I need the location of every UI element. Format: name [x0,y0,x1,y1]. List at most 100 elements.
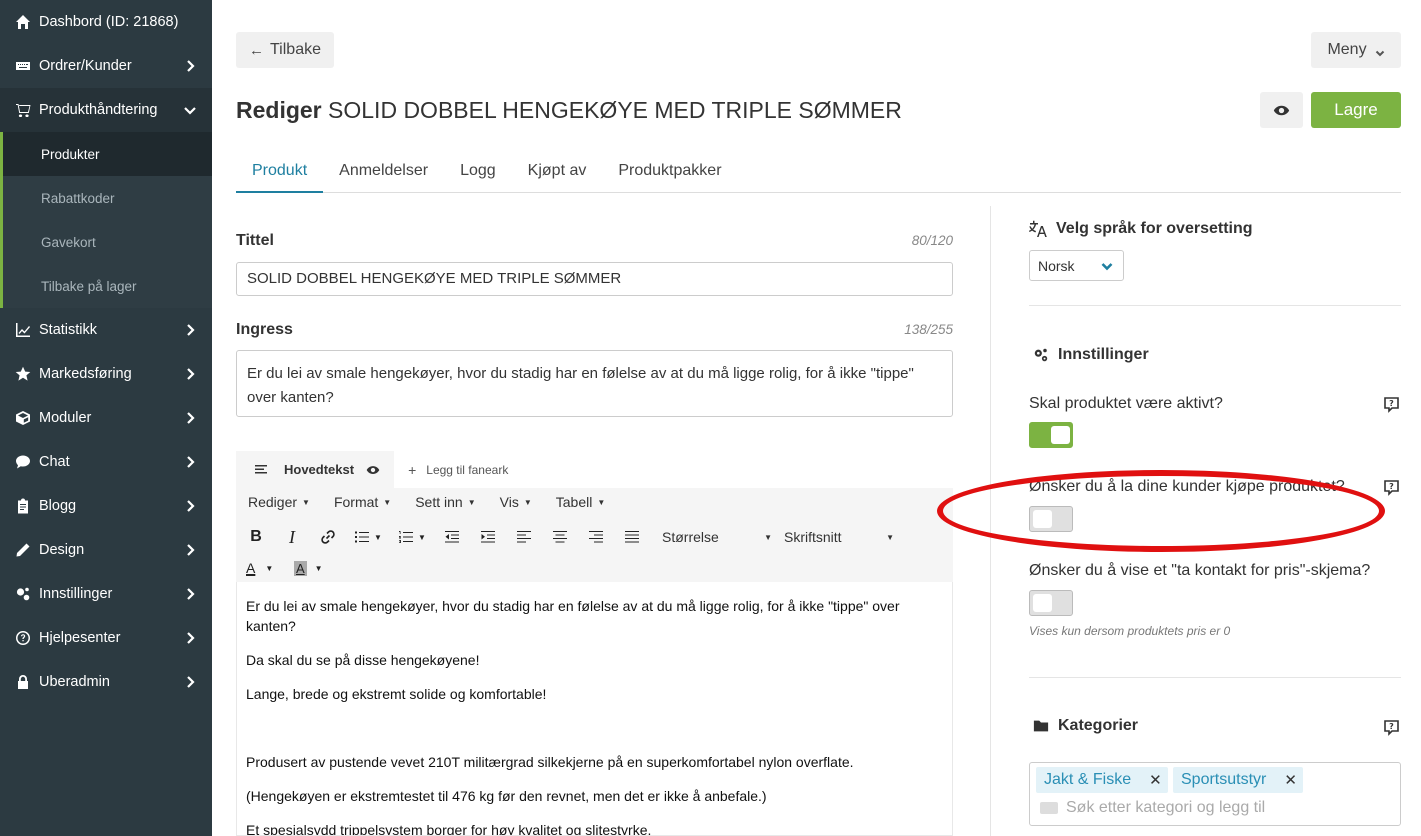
tab-log[interactable]: Logg [444,152,512,193]
sidebar-item-marketing[interactable]: Markedsføring [0,352,212,396]
settings-title: Innstillinger [1033,346,1405,364]
caret-down-icon: ▼ [383,497,392,507]
language-select[interactable]: Norsk [1029,250,1124,281]
submenu-item-products[interactable]: Produkter [3,132,212,176]
help-icon[interactable]: ? [1383,396,1400,413]
translation-section: Velg språk for oversetting [1029,220,1401,238]
sidebar-item-design[interactable]: Design [0,528,212,572]
sidebar-item-products[interactable]: Produkthåndtering [0,88,212,132]
caret-down-icon: ▼ [764,532,772,542]
tab-reviews[interactable]: Anmeldelser [323,152,444,193]
chevron-right-icon [184,588,196,600]
submenu-item-back-in-stock[interactable]: Tilbake på lager [3,264,212,308]
menu-view[interactable]: Vis ▼ [488,494,544,510]
preview-button[interactable] [1260,92,1303,128]
submenu-item-discount-codes[interactable]: Rabattkoder [3,176,212,220]
submenu-item-gift-cards[interactable]: Gavekort [3,220,212,264]
tab-bought-by[interactable]: Kjøpt av [512,152,603,193]
tab-product-bundles[interactable]: Produktpakker [602,152,737,193]
menu-dropdown-button[interactable]: Meny [1311,32,1401,68]
back-button[interactable]: ← Tilbake [236,32,334,68]
menu-button-label: Meny [1327,41,1367,58]
ingress-textarea[interactable]: Er du lei av smale hengekøyer, hvor du s… [236,350,953,417]
align-center-icon [553,531,567,543]
editor-tab-main-text[interactable]: Hovedtekst [236,451,395,488]
section-divider [1029,677,1401,678]
bullet-list-button[interactable]: ▼ [346,525,390,549]
editor-toolbar: Rediger ▼ Format ▼ Sett inn ▼ Vis ▼ Tabell ▼ … [236,488,953,582]
back-button-label: Tilbake [270,41,321,58]
chevron-right-icon [184,500,196,512]
link-button[interactable] [310,525,346,549]
category-chip-label: Jakt & Fiske [1044,771,1132,788]
add-tab-button[interactable]: + Legg til faneark [408,462,508,478]
help-icon[interactable]: ? [1383,719,1400,736]
sidebar-item-modules[interactable]: Moduler [0,396,212,440]
category-chip: Jakt & Fiske ✕ [1036,767,1168,793]
menu-edit[interactable]: Rediger ▼ [236,494,322,510]
toggle-knob [1051,426,1070,444]
chevron-right-icon [184,60,196,72]
sidebar-item-orders[interactable]: Ordrer/Kunder [0,44,212,88]
align-left-button[interactable] [506,525,542,549]
tab-product[interactable]: Produkt [236,152,324,193]
sidebar-item-help-center[interactable]: Hjelpesenter [0,616,212,660]
text-color-icon: A [246,560,256,576]
sidebar-item-label: Produkthåndtering [39,102,158,118]
italic-button[interactable]: I [274,525,310,549]
chevron-right-icon [184,324,196,336]
categories-input[interactable]: Jakt & Fiske ✕ Sportsutstyr ✕ Søk etter … [1029,762,1401,826]
font-family-select[interactable]: Skriftsnitt ▼ [784,529,894,545]
remove-category-icon[interactable]: ✕ [1284,771,1297,789]
caret-down-icon: ▼ [314,563,323,573]
align-left-icon [255,464,267,473]
chevron-right-icon [184,544,196,556]
editor-content[interactable]: Er du lei av smale hengekøyer, hvor du s… [236,582,953,836]
align-right-button[interactable] [578,525,614,549]
active-toggle[interactable] [1029,422,1073,448]
editor-tab-main-label: Hovedtekst [284,462,355,477]
help-icon[interactable]: ? [1383,479,1400,496]
title-input[interactable]: SOLID DOBBEL HENGEKØYE MED TRIPLE SØMMER [236,262,953,296]
sidebar-item-statistics[interactable]: Statistikk [0,308,212,352]
save-button[interactable]: Lagre [1311,92,1401,128]
align-justify-button[interactable] [614,525,650,549]
sidebar-item-chat[interactable]: Chat [0,440,212,484]
main-content: ← Tilbake Meny Rediger SOLID DOBBEL HENG… [212,0,1421,836]
text-color-button[interactable]: A ▼ [246,556,290,580]
lock-icon [14,673,32,691]
outdent-button[interactable] [434,525,470,549]
font-size-select[interactable]: Størrelse ▼ [662,529,772,545]
menu-table[interactable]: Tabell ▼ [544,494,618,510]
numbered-list-button[interactable]: ▼ [390,525,434,549]
page-title-prefix: Rediger [236,97,322,123]
column-divider [990,206,991,836]
sidebar-item-dashboard[interactable]: Dashbord (ID: 21868) [0,0,212,44]
category-search[interactable]: Søk etter kategori og legg til [1040,799,1265,817]
category-chip-label: Sportsutstyr [1181,771,1267,788]
sidebar-item-label: Uberadmin [39,674,110,690]
remove-category-icon[interactable]: ✕ [1149,771,1162,789]
caret-down-icon: ▼ [523,497,532,507]
cube-icon [14,409,32,427]
menu-format[interactable]: Format ▼ [322,494,403,510]
sidebar-item-settings[interactable]: Innstillinger [0,572,212,616]
sidebar-item-blog[interactable]: Blogg [0,484,212,528]
bold-button[interactable]: B [238,525,274,549]
question-circle-icon [14,629,32,647]
menu-insert[interactable]: Sett inn ▼ [403,494,487,510]
tag-icon [1040,802,1058,814]
product-tabs: Produkt Anmeldelser Logg Kjøpt av Produk… [236,152,1401,193]
chevron-right-icon [184,676,196,688]
line-chart-icon [14,321,32,339]
indent-button[interactable] [470,525,506,549]
align-center-button[interactable] [542,525,578,549]
font-size-label: Størrelse [662,529,719,545]
caret-down-icon: ▼ [597,497,606,507]
allow-purchase-toggle[interactable] [1029,506,1073,532]
chevron-right-icon [184,632,196,644]
background-color-button[interactable]: A ▼ [294,556,338,580]
contact-for-price-toggle[interactable] [1029,590,1073,616]
sidebar-item-uberadmin[interactable]: Uberadmin [0,660,212,704]
translation-title-label: Velg språk for oversetting [1056,220,1253,237]
